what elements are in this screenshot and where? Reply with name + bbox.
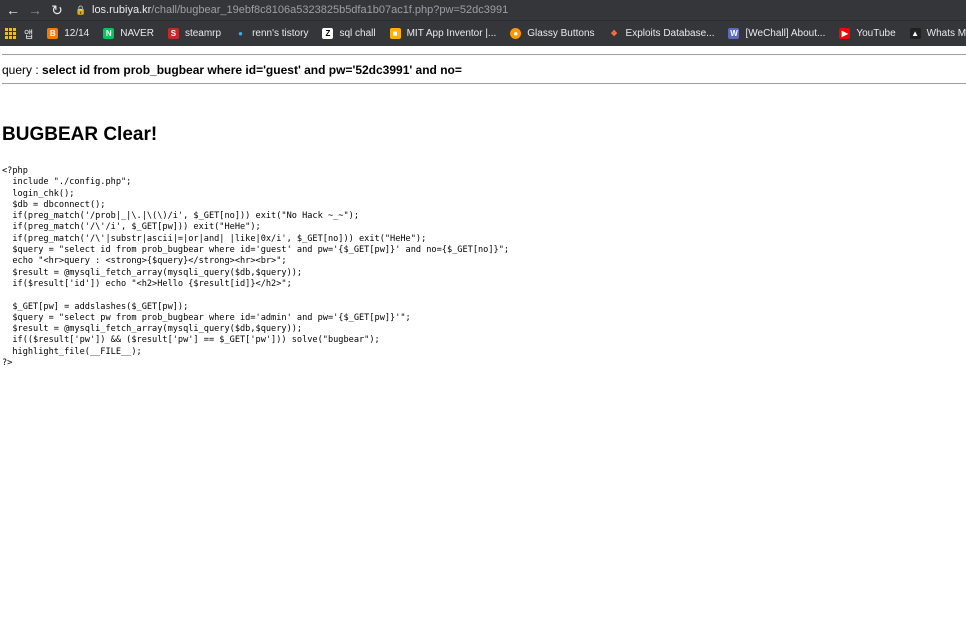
bookmark-label: 앱: [24, 30, 34, 41]
exploits-db-icon: ❖: [610, 29, 618, 38]
query-line: query : select id from prob_bugbear wher…: [2, 55, 966, 83]
bookmark-whats-my-ip[interactable]: ▲ Whats My IP Ad: [909, 28, 966, 39]
tistory-icon: ●: [238, 29, 243, 38]
bookmark-12-14[interactable]: B 12/14: [47, 28, 89, 39]
glassy-buttons-icon: ●: [510, 28, 522, 39]
youtube-icon: ▶: [839, 28, 851, 39]
lock-icon[interactable]: 🔒: [75, 5, 86, 15]
bookmark-naver[interactable]: N NAVER: [103, 28, 154, 39]
code-line: $db = dbconnect();: [2, 199, 106, 210]
bookmark-label: Exploits Database...: [625, 28, 715, 39]
code-line: $result = @mysqli_fetch_array(mysqli_que…: [2, 324, 303, 335]
bookmark-label: YouTube: [856, 28, 896, 39]
bookmark-label: Whats My IP Ad: [926, 28, 966, 39]
url-host: los.rubiya.kr: [92, 4, 152, 16]
bookmark-label: steamrp: [184, 28, 222, 39]
code-line: ​: [2, 290, 966, 301]
bookmark-mit-app-inventor[interactable]: ■ MIT App Inventor |...: [389, 28, 497, 39]
bookmark-youtube[interactable]: ▶ YouTube: [839, 28, 896, 39]
back-icon[interactable]: ←: [4, 1, 22, 19]
forward-icon[interactable]: →: [26, 1, 44, 19]
wechall-icon: W: [728, 28, 740, 39]
code-line: if(preg_match('/prob|_|\.|\(\)/i', $_GET…: [2, 211, 359, 222]
bookmark-label: 12/14: [64, 28, 90, 39]
code-line: include "./config.php";: [2, 177, 132, 188]
code-line: if(preg_match('/\'/i', $_GET[pw])) exit(…: [2, 222, 261, 233]
code-line: $query = "select id from prob_bugbear wh…: [2, 245, 510, 256]
code-line: if(preg_match('/\'|substr|ascii|=|or|and…: [2, 233, 427, 244]
apps-icon[interactable]: [5, 28, 16, 39]
page-title: BUGBEAR Clear!: [2, 124, 158, 145]
bookmark-sql-chall[interactable]: Zsql chall: [322, 28, 376, 39]
code-line: ?>: [2, 358, 13, 369]
source-code: <?php include "./config.php"; login_chk(…: [2, 166, 966, 369]
bookmark-label: MIT App Inventor |...: [406, 28, 497, 39]
bookmark-apps[interactable]: 앱: [24, 26, 33, 41]
bookmark-wechall[interactable]: W [WeChall] About...: [728, 28, 825, 39]
code-line: echo "<hr>query : <strong>{$query}</stro…: [2, 256, 287, 267]
query-text: select id from prob_bugbear where id='gu…: [42, 63, 462, 77]
bookmark-renns-tistory[interactable]: ● renn's tistory: [235, 28, 308, 39]
code-line: if(($result['pw']) && ($result['pw'] == …: [2, 335, 380, 346]
code-line: $_GET[pw] = addslashes($_GET[pw]);: [2, 301, 189, 312]
bookmark-glassy-buttons[interactable]: ● Glassy Buttons: [510, 28, 595, 39]
naver-icon: N: [103, 28, 115, 39]
steamrp-icon: S: [167, 28, 179, 39]
code-line: if($result['id']) echo "<h2>Hello {$resu…: [2, 278, 292, 289]
bookmark-steamrp[interactable]: Ssteamrp: [167, 28, 222, 39]
z-icon: Z: [322, 28, 334, 39]
bookmark-label: [WeChall] About...: [745, 28, 826, 39]
app-inventor-icon: ■: [389, 28, 401, 39]
bookmark-label: sql chall: [339, 28, 376, 39]
bookmark-exploits-database[interactable]: ❖ Exploits Database...: [609, 28, 715, 39]
query-label: query :: [2, 63, 43, 77]
code-line: highlight_file(__FILE__);: [2, 346, 142, 357]
url-path: /chall/bugbear_19ebf8c8106a5323825b5dfa1…: [151, 4, 509, 16]
bookmarks-bar: 앱 B 12/14 N NAVER Ssteamrp ● renn's tistory…: [0, 20, 966, 46]
reload-icon[interactable]: ↻: [48, 1, 66, 19]
whatsmyip-icon: ▲: [909, 28, 921, 39]
address-bar: ← → ↻ 🔒 los.rubiya.kr/chall/bugbear_19eb…: [0, 0, 966, 20]
code-line: login_chk();: [2, 188, 75, 199]
bookmark-label: Glassy Buttons: [527, 28, 595, 39]
divider: [2, 83, 966, 84]
page-content: query : select id from prob_bugbear wher…: [0, 46, 966, 369]
blogger-icon: B: [47, 28, 59, 39]
url-field[interactable]: los.rubiya.kr/chall/bugbear_19ebf8c8106a…: [92, 4, 508, 16]
bookmark-label: renn's tistory: [252, 28, 309, 39]
code-line: <?php: [2, 166, 28, 176]
code-line: $query = "select pw from prob_bugbear wh…: [2, 312, 411, 323]
code-line: $result = @mysqli_fetch_array(mysqli_que…: [2, 267, 303, 278]
bookmark-label: NAVER: [120, 28, 154, 39]
